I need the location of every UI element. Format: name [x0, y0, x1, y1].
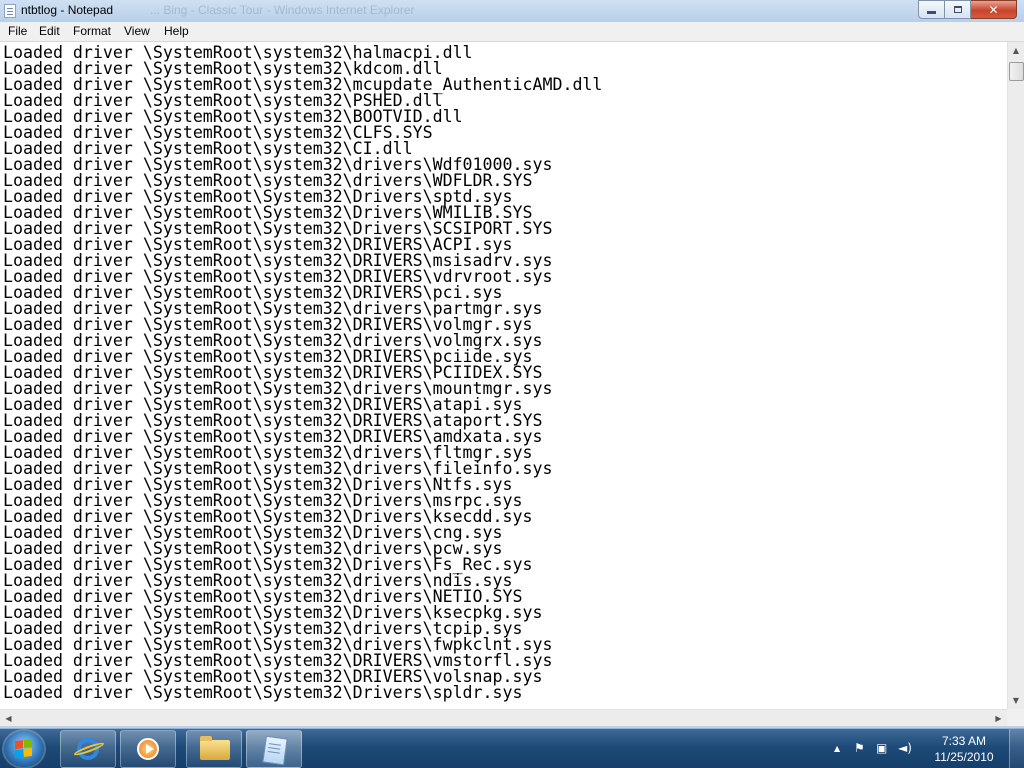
scroll-right-arrow-icon[interactable]: ▶: [990, 710, 1007, 726]
clock-time[interactable]: 7:33 AM: [934, 734, 994, 748]
taskbar-internet-explorer[interactable]: [60, 730, 116, 768]
menu-edit[interactable]: Edit: [39, 24, 60, 38]
scroll-down-arrow-icon[interactable]: ▼: [1008, 692, 1024, 709]
vertical-scroll-thumb[interactable]: [1009, 62, 1024, 81]
menu-format[interactable]: Format: [73, 24, 111, 38]
title-bar[interactable]: ntbtlog - Notepad ... Bing - Classic Tou…: [0, 0, 1024, 22]
taskbar: ▲ ⚑ ▣ ◄) 7:33 AM 11/25/2010: [0, 728, 1024, 768]
start-button[interactable]: [4, 731, 44, 767]
clock-date[interactable]: 11/25/2010: [926, 750, 1002, 764]
menu-view[interactable]: View: [124, 24, 150, 38]
menu-bar: File Edit Format View Help: [0, 22, 1024, 42]
notepad-window: ntbtlog - Notepad ... Bing - Classic Tou…: [0, 0, 1024, 728]
text-line: Loaded driver \SystemRoot\System32\Drive…: [3, 683, 523, 702]
minimize-button[interactable]: [918, 0, 945, 19]
taskbar-media-player[interactable]: [120, 730, 176, 768]
close-button[interactable]: ✕: [971, 0, 1017, 19]
window-title: ntbtlog - Notepad: [21, 3, 114, 17]
show-desktop-button[interactable]: [1009, 729, 1024, 768]
minimize-icon: [927, 11, 936, 14]
volume-icon[interactable]: ◄): [898, 741, 912, 755]
taskbar-notepad[interactable]: [246, 730, 302, 768]
menu-file[interactable]: File: [8, 24, 27, 38]
vertical-scrollbar[interactable]: ▲ ▼: [1007, 42, 1024, 709]
horizontal-scrollbar[interactable]: ◀ ▶: [0, 709, 1007, 726]
text-editor-area[interactable]: Loaded driver \SystemRoot\system32\halma…: [0, 42, 1007, 709]
media-player-icon: [137, 738, 159, 760]
network-icon[interactable]: ▣: [876, 741, 887, 755]
internet-explorer-icon: [77, 738, 99, 760]
action-center-flag-icon[interactable]: ⚑: [854, 741, 865, 755]
window-controls: ✕: [918, 0, 1017, 19]
taskbar-windows-explorer[interactable]: [186, 730, 242, 768]
windows-logo-icon: [15, 738, 33, 760]
menu-help[interactable]: Help: [164, 24, 189, 38]
system-tray: ▲ ⚑ ▣ ◄) 7:33 AM 11/25/2010: [834, 729, 1024, 768]
scroll-up-arrow-icon[interactable]: ▲: [1008, 42, 1024, 59]
close-icon: ✕: [988, 2, 999, 17]
maximize-icon: [953, 6, 962, 13]
notepad-icon: [262, 735, 288, 766]
scroll-left-arrow-icon[interactable]: ◀: [0, 710, 17, 726]
show-hidden-icons-icon[interactable]: ▲: [834, 744, 840, 753]
scrollbar-corner: [1007, 709, 1024, 726]
maximize-button[interactable]: [945, 0, 971, 19]
windows-explorer-icon: [200, 736, 230, 760]
notepad-app-icon[interactable]: [4, 4, 16, 18]
background-window-title: ... Bing - Classic Tour - Windows Intern…: [150, 3, 415, 17]
